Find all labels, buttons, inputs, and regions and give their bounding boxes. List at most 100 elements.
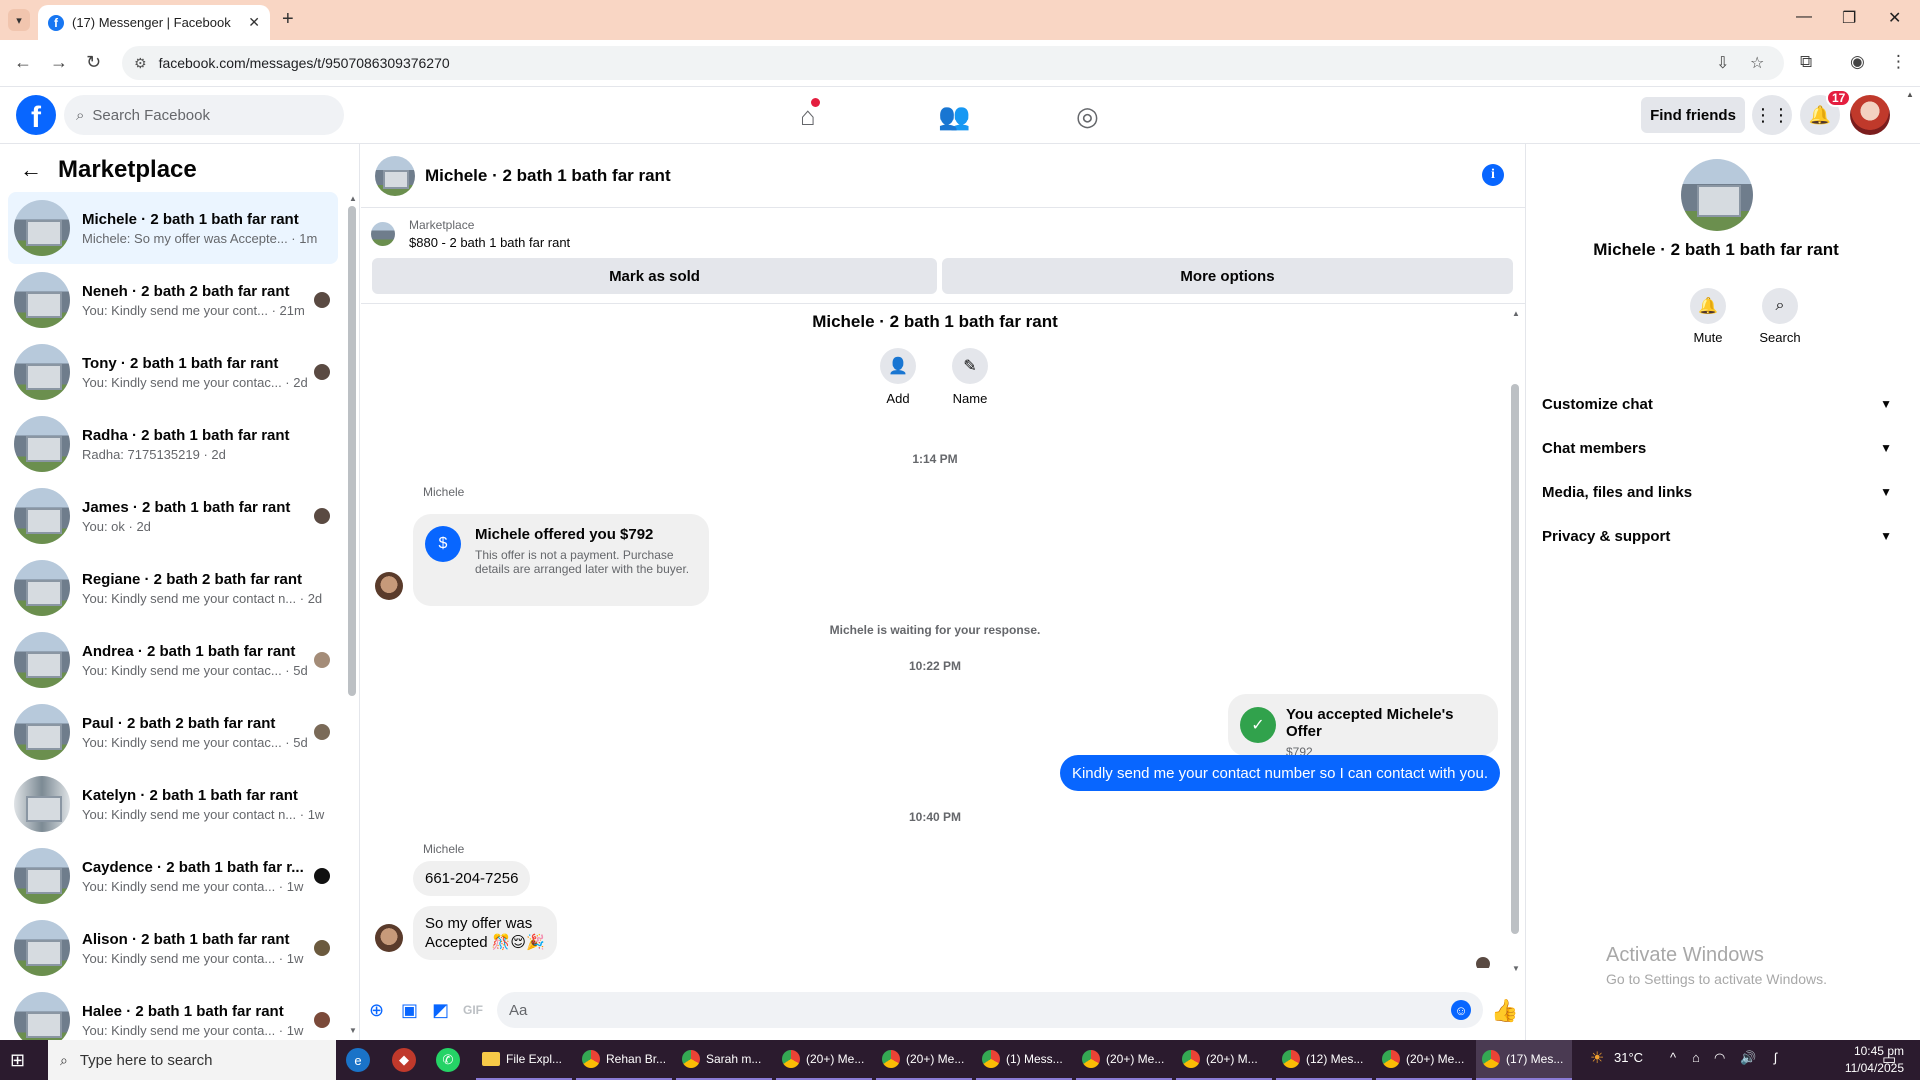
mute-action[interactable]: 🔔 Mute: [1678, 288, 1738, 345]
weather-icon[interactable]: ☀: [1590, 1048, 1604, 1068]
conversation-item[interactable]: Paul · 2 bath 2 bath far rant You: Kindly…: [8, 696, 338, 768]
chat-scroll-up-icon[interactable]: ▲: [1512, 309, 1520, 318]
windows-start-icon[interactable]: ⊞: [10, 1050, 25, 1071]
taskbar-app[interactable]: Sarah m...: [676, 1040, 772, 1080]
sidebar-scroll-down-icon[interactable]: ▼: [349, 1026, 357, 1035]
conversation-item[interactable]: Alison · 2 bath 1 bath far rant You: Kind…: [8, 912, 338, 984]
plus-actions-icon[interactable]: ⊕: [369, 1000, 384, 1021]
taskbar-app[interactable]: File Expl...: [476, 1040, 572, 1080]
back-icon[interactable]: ←: [14, 52, 32, 73]
timestamp: 10:40 PM: [908, 810, 962, 824]
facebook-search-input[interactable]: ⌕ Search Facebook: [64, 95, 344, 135]
taskbar-app[interactable]: (20+) Me...: [776, 1040, 872, 1080]
chat-scrollbar[interactable]: [1511, 384, 1519, 934]
thumbs-up-icon[interactable]: 👍: [1491, 998, 1518, 1024]
groups-icon[interactable]: ◎: [1076, 101, 1099, 132]
volume-icon[interactable]: 🔊: [1740, 1050, 1756, 1066]
sidebar-scrollbar[interactable]: [348, 206, 356, 696]
notifications-center-icon[interactable]: ▭: [1882, 1050, 1896, 1068]
chat-scroll-down-icon[interactable]: ▼: [1512, 964, 1520, 973]
sender-avatar[interactable]: [375, 924, 403, 952]
tab-search-dropdown-icon[interactable]: ▾: [8, 9, 30, 31]
conversation-item[interactable]: James · 2 bath 1 bath far rant You: ok · …: [8, 480, 338, 552]
taskbar-app[interactable]: (12) Mes...: [1276, 1040, 1372, 1080]
privacy-support-section[interactable]: Privacy & support ▼: [1542, 516, 1892, 556]
incoming-message[interactable]: So my offer was Accepted 🎊😌🎉: [413, 906, 557, 960]
conversation-item[interactable]: Regiane · 2 bath 2 bath far rant You: Kin…: [8, 552, 338, 624]
incoming-message[interactable]: 661-204-7256: [413, 861, 531, 896]
taskbar-app[interactable]: (1) Mess...: [976, 1040, 1072, 1080]
browser-tab-active[interactable]: f (17) Messenger | Facebook ✕: [38, 5, 270, 40]
message-input[interactable]: Aa: [497, 992, 1483, 1028]
home-icon[interactable]: ⌂: [800, 98, 820, 132]
minimize-icon[interactable]: —: [1796, 8, 1812, 26]
conversation-item[interactable]: Neneh · 2 bath 2 bath far rant You: Kindl…: [8, 264, 338, 336]
extensions-icon[interactable]: ⧉: [1800, 52, 1812, 72]
site-info-icon[interactable]: ⚙: [134, 55, 147, 72]
outgoing-message[interactable]: Kindly send me your contact number so I …: [1059, 755, 1500, 791]
name-chat-action[interactable]: ✎ Name: [940, 348, 1000, 406]
address-bar[interactable]: ⚙ facebook.com/messages/t/95070863093762…: [122, 46, 1784, 80]
app-icon[interactable]: ◆: [392, 1048, 416, 1072]
reload-icon[interactable]: ↻: [86, 52, 101, 73]
taskbar-app[interactable]: (20+) Me...: [1076, 1040, 1172, 1080]
find-friends-button[interactable]: Find friends: [1641, 97, 1745, 133]
chat-panel: Michele · 2 bath 1 bath far rant i Marke…: [361, 144, 1525, 1040]
sender-avatar[interactable]: [375, 572, 403, 600]
whatsapp-icon[interactable]: ✆: [436, 1048, 460, 1072]
forward-icon[interactable]: →: [50, 52, 68, 73]
menu-grid-icon[interactable]: ⋮⋮: [1752, 95, 1792, 135]
facebook-logo-icon[interactable]: f: [16, 95, 56, 135]
bookmark-star-icon[interactable]: ☆: [1750, 53, 1764, 73]
add-people-action[interactable]: 👤 Add: [868, 348, 928, 406]
media-files-section[interactable]: Media, files and links ▼: [1542, 472, 1892, 512]
close-window-icon[interactable]: ✕: [1888, 8, 1901, 28]
chrome-icon: [1482, 1050, 1500, 1068]
browser-menu-icon[interactable]: ⋮: [1890, 52, 1907, 72]
emoji-icon[interactable]: ☺: [1451, 1000, 1471, 1020]
accepted-offer-card[interactable]: ✓ You accepted Michele's Offer $792: [1228, 694, 1498, 759]
conversation-item[interactable]: Tony · 2 bath 1 bath far rant You: Kindly…: [8, 336, 338, 408]
close-tab-icon[interactable]: ✕: [248, 14, 260, 31]
network-icon[interactable]: ⌂: [1692, 1050, 1700, 1065]
offer-card[interactable]: $ Michele offered you $792 This offer is…: [413, 514, 709, 606]
chat-listing-avatar[interactable]: [375, 155, 415, 196]
chat-members-section[interactable]: Chat members ▼: [1542, 428, 1892, 468]
account-avatar[interactable]: [1850, 95, 1890, 135]
customize-chat-section[interactable]: Customize chat ▼: [1542, 384, 1892, 424]
tray-chevron-up-icon[interactable]: ^: [1670, 1050, 1676, 1065]
listing-summary[interactable]: Marketplace $880 - 2 bath 1 bath far ran…: [371, 218, 570, 250]
wifi-icon[interactable]: ◠: [1714, 1050, 1725, 1066]
photo-icon[interactable]: ▣: [401, 1000, 418, 1021]
taskbar-app-active[interactable]: (17) Mes...: [1476, 1040, 1572, 1080]
gif-icon[interactable]: GIF: [463, 1003, 483, 1017]
chat-header-name[interactable]: Michele · 2 bath 1 bath far rant: [425, 166, 671, 186]
input-language-icon[interactable]: ʃ: [1774, 1050, 1777, 1065]
back-arrow-icon[interactable]: ←: [20, 157, 42, 183]
edge-icon[interactable]: e: [346, 1048, 370, 1072]
taskbar-search-input[interactable]: ⌕ Type here to search: [48, 1040, 336, 1080]
new-tab-icon[interactable]: +: [282, 8, 294, 31]
sticker-icon[interactable]: ◩: [432, 1000, 449, 1021]
sidebar-scroll-up-icon[interactable]: ▲: [349, 194, 357, 203]
taskbar-app[interactable]: Rehan Br...: [576, 1040, 672, 1080]
temperature[interactable]: 31°C: [1614, 1050, 1643, 1065]
mark-as-sold-button[interactable]: Mark as sold: [372, 258, 937, 294]
more-options-button[interactable]: More options: [942, 258, 1513, 294]
conversation-item[interactable]: Caydence · 2 bath 1 bath far r... You: Ki…: [8, 840, 338, 912]
conversation-item[interactable]: Michele · 2 bath 1 bath far rant Michele:…: [8, 192, 338, 264]
page-scroll-up-icon[interactable]: ▲: [1906, 90, 1914, 99]
conversation-info-icon[interactable]: i: [1482, 164, 1504, 186]
taskbar-app[interactable]: (20+) Me...: [1376, 1040, 1472, 1080]
conversation-item[interactable]: Radha · 2 bath 1 bath far rant Radha: 717…: [8, 408, 338, 480]
seen-avatar: [314, 1012, 330, 1028]
restore-icon[interactable]: ❐: [1842, 8, 1856, 28]
taskbar-app[interactable]: (20+) Me...: [876, 1040, 972, 1080]
search-action[interactable]: ⌕ Search: [1750, 288, 1810, 345]
conversation-item[interactable]: Andrea · 2 bath 1 bath far rant You: Kind…: [8, 624, 338, 696]
taskbar-app[interactable]: (20+) M...: [1176, 1040, 1272, 1080]
profile-icon[interactable]: ◉: [1850, 52, 1865, 72]
conversation-item[interactable]: Katelyn · 2 bath 1 bath far rant You: Kin…: [8, 768, 338, 840]
install-app-icon[interactable]: ⇩: [1716, 53, 1729, 73]
friends-icon[interactable]: 👥: [938, 101, 970, 132]
